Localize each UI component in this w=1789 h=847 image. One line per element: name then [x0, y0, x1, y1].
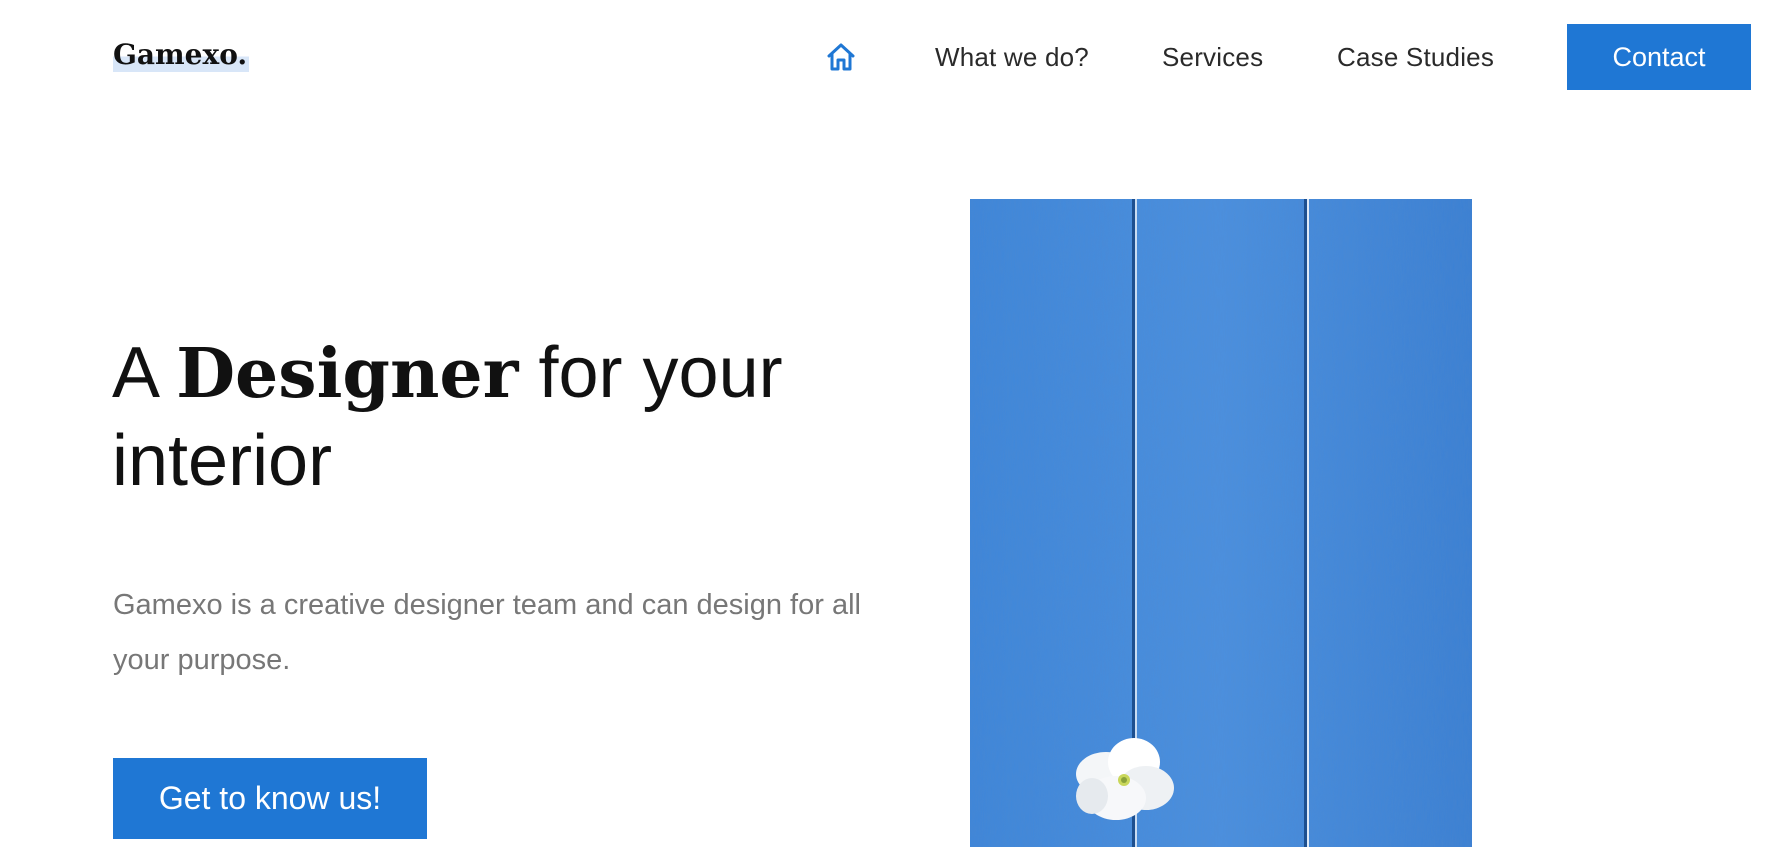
- nav-link-what-we-do[interactable]: What we do?: [935, 42, 1089, 73]
- home-icon[interactable]: [825, 42, 857, 72]
- nav-link-services[interactable]: Services: [1162, 42, 1263, 73]
- contact-button[interactable]: Contact: [1567, 24, 1751, 90]
- top-navigation: Gamexo. What we do? Services Case Studie…: [0, 0, 1789, 110]
- hero-description: Gamexo is a creative designer team and c…: [113, 589, 861, 676]
- hero-title: A Designer for your interior: [112, 330, 832, 505]
- get-to-know-us-button[interactable]: Get to know us!: [113, 758, 427, 839]
- hero-image: [970, 199, 1472, 847]
- nav-link-case-studies[interactable]: Case Studies: [1337, 42, 1494, 73]
- hero-title-emphasis: Designer: [176, 334, 519, 414]
- hero-title-prefix: A: [112, 333, 177, 413]
- brand-logo[interactable]: Gamexo.: [113, 38, 250, 72]
